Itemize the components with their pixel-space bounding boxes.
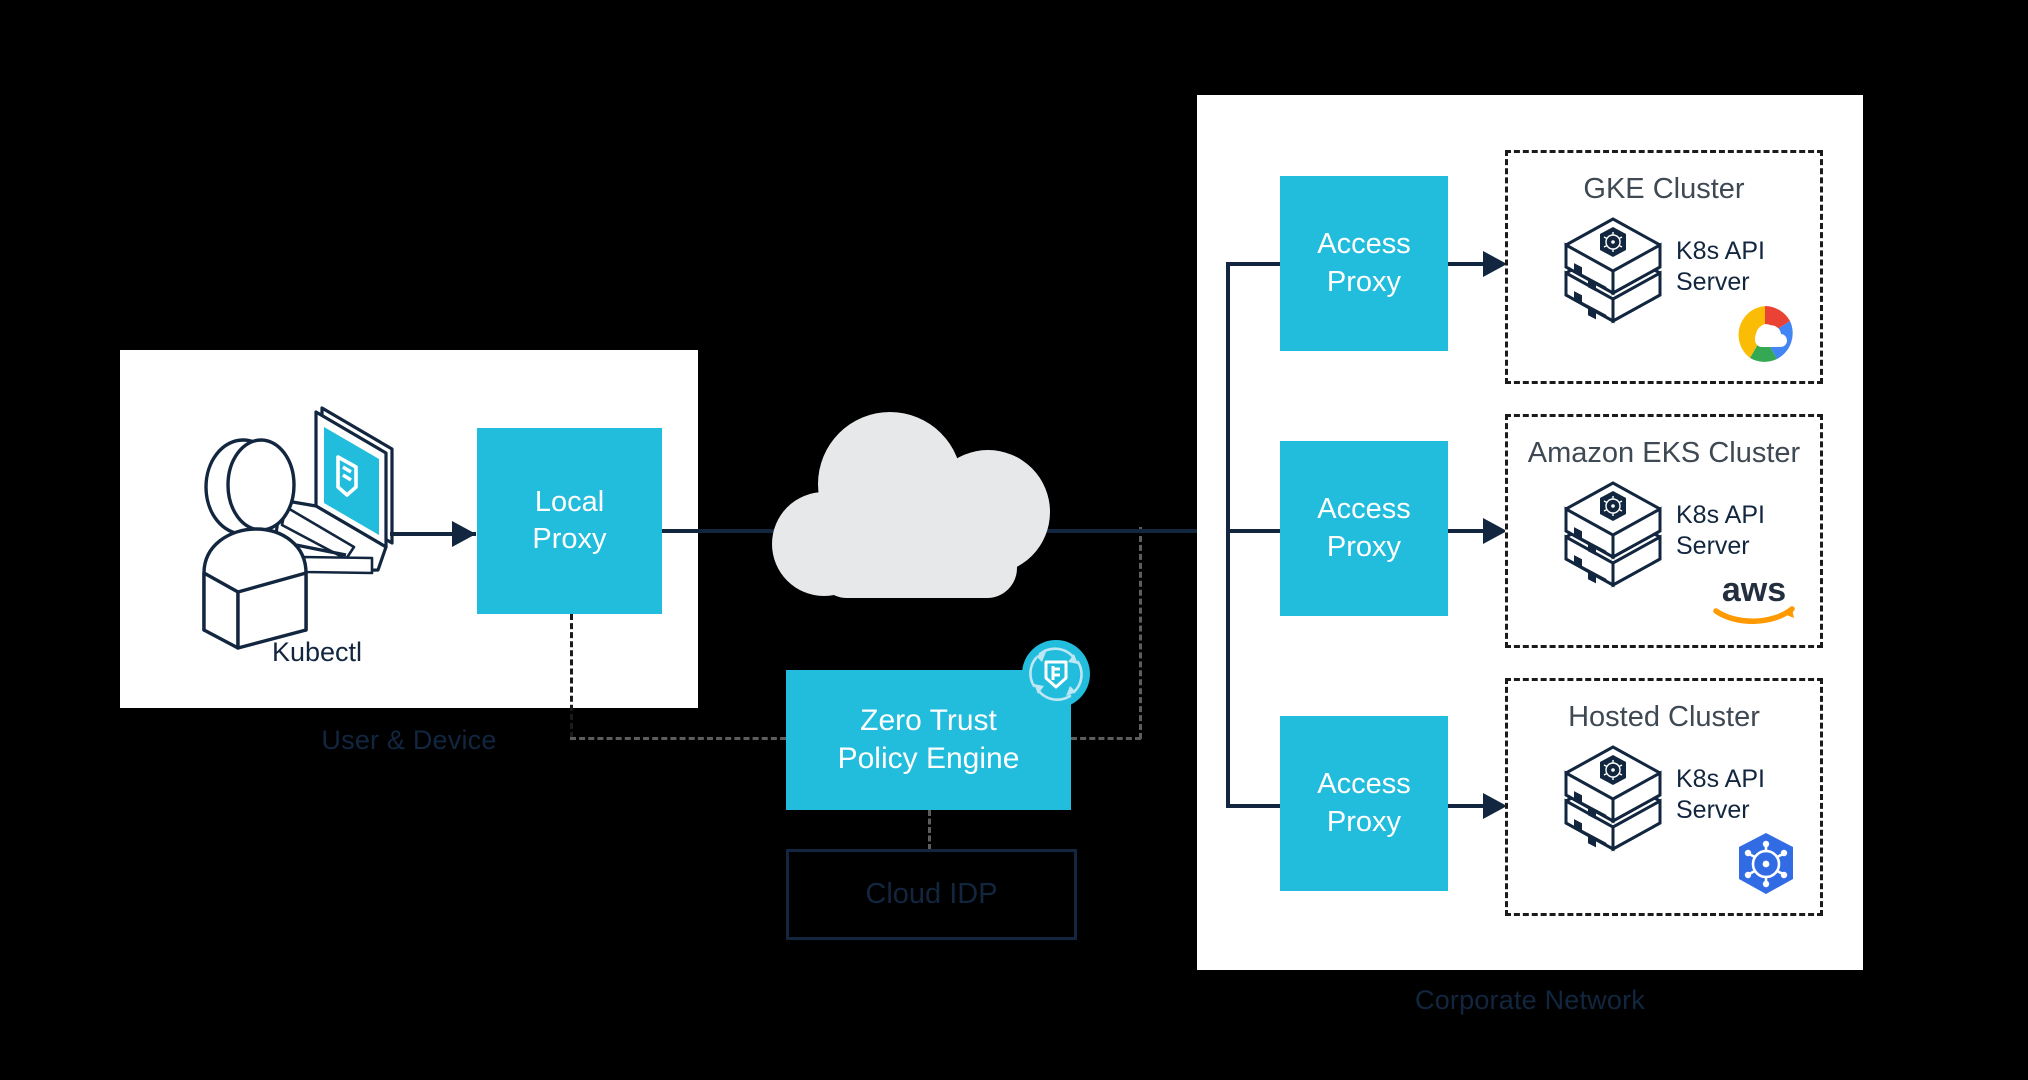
proxy-2-to-cluster-arrow (1483, 518, 1507, 544)
aws-logo-icon: aws (1708, 569, 1800, 627)
hosted-k8s-api-server-label: K8s API Server (1676, 765, 1765, 825)
access-proxy-label-3: Access Proxy (1317, 768, 1411, 838)
eks-k8s-api-server-label: K8s API Server (1676, 501, 1765, 561)
k8s-server-stack-icon (1558, 743, 1668, 852)
shield-b-sync-badge-icon (1022, 640, 1090, 708)
kubernetes-logo-icon (1733, 831, 1799, 897)
svg-text:aws: aws (1722, 571, 1786, 609)
k8s-server-stack-icon (1558, 479, 1668, 588)
cloud-idp-label: Cloud IDP (865, 878, 998, 910)
k8s-server-stack-icon (1558, 215, 1668, 324)
corporate-network-caption: Corporate Network (1415, 985, 1645, 1015)
bus-to-proxy-1-line (1226, 262, 1281, 266)
policy-dash-bottom-right-segment (1071, 737, 1141, 740)
gke-k8s-api-server-label: K8s API Server (1676, 237, 1765, 297)
bus-to-proxy-3-line (1226, 804, 1281, 808)
person-at-laptop-icon (186, 395, 416, 650)
access-proxy-box-3[interactable]: Access Proxy (1280, 716, 1448, 891)
gke-cluster-title: GKE Cluster (1583, 173, 1745, 205)
policy-dash-up-to-internet-line (1139, 527, 1142, 739)
policy-dash-bottom-left-segment (570, 737, 786, 740)
local-proxy-label: Local Proxy (532, 485, 607, 555)
policy-dash-down-from-local-proxy (570, 614, 573, 738)
cloud-idp-box[interactable]: Cloud IDP (786, 849, 1077, 940)
local-proxy-box[interactable]: Local Proxy (477, 428, 662, 614)
user-device-caption: User & Device (321, 725, 497, 755)
proxy-1-to-cluster-arrow (1483, 251, 1507, 277)
bus-to-proxy-2-line (1226, 529, 1281, 533)
proxy-distribution-bus-line (1226, 262, 1230, 808)
access-proxy-box-2[interactable]: Access Proxy (1280, 441, 1448, 616)
diagram-canvas: User & Device Kubectl Local Proxy Zero T… (0, 0, 2028, 1080)
access-proxy-label-1: Access Proxy (1317, 228, 1411, 298)
cloud-icon (762, 412, 1087, 602)
arrow-laptop-to-local-proxy-head (452, 521, 476, 547)
proxy-3-to-cluster-arrow (1483, 793, 1507, 819)
gke-cluster-box: GKE Cluster K8s API Server (1505, 150, 1823, 384)
eks-cluster-box: Amazon EKS Cluster K8s API Server aws (1505, 414, 1823, 648)
access-proxy-box-1[interactable]: Access Proxy (1280, 176, 1448, 351)
hosted-cluster-title: Hosted Cluster (1568, 701, 1760, 733)
eks-cluster-title: Amazon EKS Cluster (1527, 437, 1801, 469)
zero-trust-policy-engine-label: Zero Trust Policy Engine (837, 703, 1020, 775)
google-cloud-logo-icon (1733, 303, 1797, 365)
hosted-cluster-box: Hosted Cluster K8s API Server (1505, 678, 1823, 916)
access-proxy-label-2: Access Proxy (1317, 493, 1411, 563)
kubectl-label: Kubectl (272, 637, 363, 667)
zero-trust-to-cloud-idp-dash (928, 810, 931, 850)
